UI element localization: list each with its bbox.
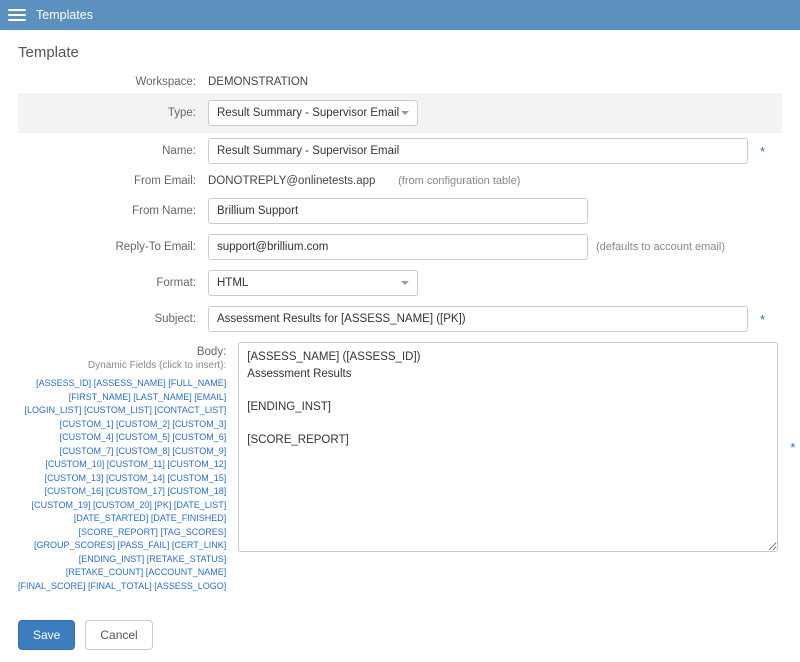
chevron-down-icon	[401, 281, 409, 285]
dynamic-field-token[interactable]: [CUSTOM_17]	[106, 486, 165, 496]
row-reply-to: Reply-To Email: (defaults to account ema…	[18, 229, 782, 265]
dynamic-field-token[interactable]: [RETAKE_COUNT]	[66, 567, 143, 577]
label-subject: Subject:	[18, 313, 208, 325]
dynamic-field-token[interactable]: [ASSESS_ID]	[36, 378, 91, 388]
dynamic-field-token[interactable]: [TAG_SCORES]	[160, 527, 226, 537]
label-reply-to: Reply-To Email:	[18, 241, 208, 253]
dynamic-field-token[interactable]: [FINAL_SCORE]	[18, 581, 86, 591]
dynamic-field-token[interactable]: [PASS_FAIL]	[118, 540, 170, 550]
dynamic-field-token[interactable]: [CUSTOM_15]	[167, 473, 226, 483]
dynamic-field-token[interactable]: [RETAKE_STATUS]	[147, 554, 227, 564]
format-select-value: HTML	[217, 277, 248, 289]
chevron-down-icon	[401, 111, 409, 115]
label-format: Format:	[18, 277, 208, 289]
save-button[interactable]: Save	[18, 620, 75, 650]
dynamic-field-token[interactable]: [CUSTOM_20]	[93, 500, 152, 510]
dynamic-field-token[interactable]: [CUSTOM_11]	[107, 459, 165, 469]
required-marker: *	[760, 312, 765, 327]
dynamic-field-token[interactable]: [CUSTOM_10]	[45, 459, 104, 469]
row-format: Format: HTML	[18, 265, 782, 301]
required-marker: *	[790, 440, 795, 455]
from-email-hint: (from configuration table)	[398, 175, 520, 187]
row-name: Name: *	[18, 133, 782, 169]
dynamic-field-token[interactable]: [FULL_NAME]	[168, 378, 226, 388]
row-from-name: From Name:	[18, 193, 782, 229]
label-from-name: From Name:	[18, 205, 208, 217]
from-email-value: DONOTREPLY@onlinetests.app	[208, 175, 375, 187]
dynamic-field-token[interactable]: [CERT_LINK]	[172, 540, 226, 550]
dynamic-field-token[interactable]: [PK]	[154, 500, 171, 510]
row-from-email: From Email: DONOTREPLY@onlinetests.app (…	[18, 169, 782, 193]
name-input[interactable]	[208, 138, 748, 164]
dynamic-field-token[interactable]: [CUSTOM_7]	[60, 446, 114, 456]
page: Template Workspace: DEMONSTRATION Type: …	[0, 30, 800, 608]
dynamic-field-token[interactable]: [CUSTOM_19]	[32, 500, 91, 510]
row-body: Body: Dynamic Fields (click to insert): …	[18, 337, 782, 598]
page-title: Template	[18, 44, 782, 61]
required-marker: *	[760, 144, 765, 159]
label-name: Name:	[18, 145, 208, 157]
label-body: Body:	[197, 346, 226, 358]
dynamic-field-token[interactable]: [ASSESS_NAME]	[94, 378, 166, 388]
workspace-value: DEMONSTRATION	[208, 76, 308, 88]
dynamic-field-token[interactable]: [CUSTOM_14]	[106, 473, 165, 483]
dynamic-field-token[interactable]: [CUSTOM_6]	[172, 432, 226, 442]
dynamic-field-token[interactable]: [DATE_FINISHED]	[151, 513, 226, 523]
reply-to-hint: (defaults to account email)	[596, 241, 725, 253]
dynamic-field-token[interactable]: [ASSESS_LOGO]	[154, 581, 226, 591]
body-textarea[interactable]	[238, 342, 778, 552]
row-type: Type: Result Summary - Supervisor Email	[18, 93, 782, 133]
dynamic-field-token[interactable]: [CUSTOM_18]	[167, 486, 226, 496]
cancel-button[interactable]: Cancel	[85, 620, 152, 650]
type-select[interactable]: Result Summary - Supervisor Email	[208, 100, 418, 126]
dynamic-field-token[interactable]: [CUSTOM_9]	[172, 446, 226, 456]
dynamic-field-token[interactable]: [FIRST_NAME]	[69, 392, 131, 402]
dynamic-field-token[interactable]: [CUSTOM_2]	[116, 419, 170, 429]
dynamic-fields-list: [ASSESS_ID] [ASSESS_NAME] [FULL_NAME] [FI…	[18, 377, 226, 593]
dynamic-field-token[interactable]: [CUSTOM_8]	[116, 446, 170, 456]
dynamic-field-token[interactable]: [FINAL_TOTAL]	[88, 581, 152, 591]
reply-to-input[interactable]	[208, 234, 588, 260]
type-select-value: Result Summary - Supervisor Email	[217, 107, 399, 119]
dynamic-field-token[interactable]: [LOGIN_LIST]	[25, 405, 82, 415]
dynamic-field-token[interactable]: [CUSTOM_5]	[116, 432, 170, 442]
dynamic-field-token[interactable]: [CONTACT_LIST]	[154, 405, 226, 415]
label-workspace: Workspace:	[18, 76, 208, 88]
label-type: Type:	[18, 107, 208, 119]
row-workspace: Workspace: DEMONSTRATION	[18, 71, 782, 93]
subject-input[interactable]	[208, 306, 748, 332]
dynamic-field-token[interactable]: [SCORE_REPORT]	[79, 527, 158, 537]
format-select[interactable]: HTML	[208, 270, 418, 296]
from-name-input[interactable]	[208, 198, 588, 224]
topbar-title: Templates	[36, 8, 93, 22]
dynamic-field-token[interactable]: [ENDING_INST]	[79, 554, 145, 564]
dynamic-field-token[interactable]: [DATE_LIST]	[174, 500, 226, 510]
label-from-email: From Email:	[18, 175, 208, 187]
button-row: Save Cancel	[0, 608, 800, 662]
topbar: Templates	[0, 0, 800, 30]
row-subject: Subject: *	[18, 301, 782, 337]
dynamic-field-token[interactable]: [CUSTOM_4]	[60, 432, 114, 442]
dynamic-field-token[interactable]: [CUSTOM_12]	[167, 459, 226, 469]
dynamic-field-token[interactable]: [ACCOUNT_NAME]	[146, 567, 227, 577]
dynamic-field-token[interactable]: [CUSTOM_16]	[45, 486, 104, 496]
dynamic-field-token[interactable]: [CUSTOM_LIST]	[84, 405, 152, 415]
dynamic-field-token[interactable]: [GROUP_SCORES]	[34, 540, 115, 550]
dynamic-field-token[interactable]: [CUSTOM_3]	[172, 419, 226, 429]
dynamic-field-token[interactable]: [DATE_STARTED]	[74, 513, 149, 523]
menu-icon[interactable]	[8, 6, 26, 24]
dynamic-field-token[interactable]: [CUSTOM_13]	[45, 473, 104, 483]
dynamic-field-token[interactable]: [LAST_NAME]	[133, 392, 192, 402]
dynamic-field-token[interactable]: [EMAIL]	[194, 392, 226, 402]
label-dynamic-fields: Dynamic Fields (click to insert):	[18, 360, 226, 371]
dynamic-field-token[interactable]: [CUSTOM_1]	[60, 419, 114, 429]
